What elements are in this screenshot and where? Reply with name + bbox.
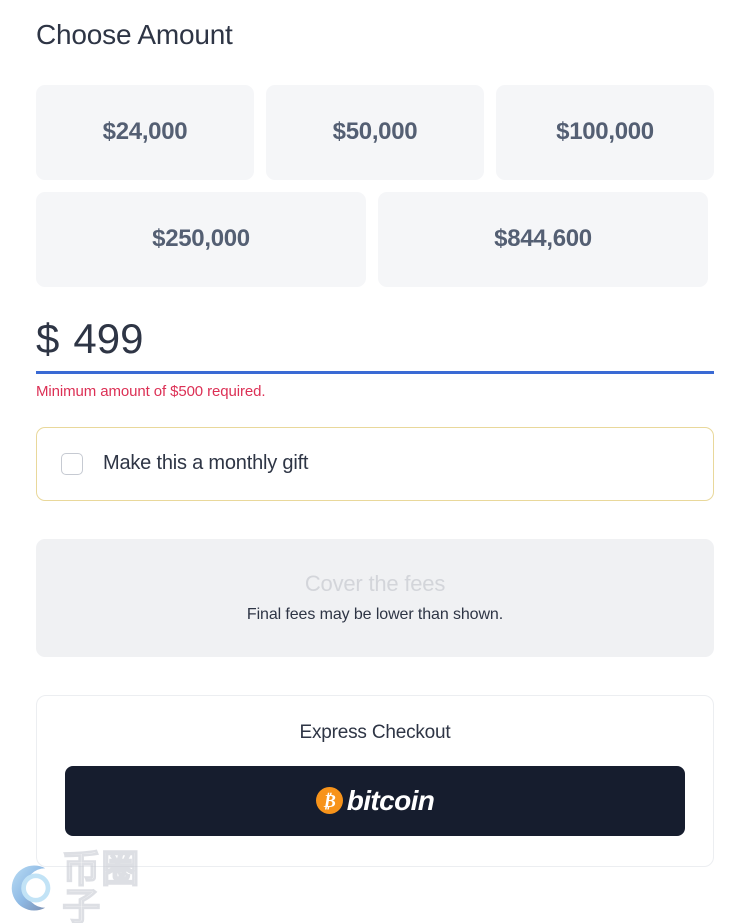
amount-preset-844600[interactable]: $844,600 (378, 191, 708, 287)
cover-fees-title: Cover the fees (304, 571, 446, 597)
custom-amount-input[interactable] (73, 314, 634, 363)
amount-preset-24000[interactable]: $24,000 (36, 84, 254, 180)
minimum-amount-error: Minimum amount of $500 required. (36, 382, 266, 400)
donation-amount-page: Choose Amount $24,000 $50,000 $100,000 $… (0, 0, 750, 923)
amount-preset-50000[interactable]: $50,000 (266, 84, 484, 180)
preset-amount-row-2: $250,000 $844,600 (36, 191, 714, 287)
express-checkout-card: Express Checkout ₿ bitcoin (36, 694, 714, 867)
bitcoin-icon: ₿ (315, 787, 343, 815)
page-title: Choose Amount (36, 19, 233, 50)
preset-amount-row-1: $24,000 $50,000 $100,000 (36, 84, 714, 180)
express-checkout-title: Express Checkout (299, 721, 451, 743)
amount-preset-250000[interactable]: $250,000 (36, 191, 366, 287)
bitcoin-button-label: bitcoin (346, 784, 435, 816)
monthly-gift-toggle[interactable]: Make this a monthly gift (36, 426, 714, 501)
monthly-gift-label: Make this a monthly gift (103, 452, 309, 475)
custom-amount-field: $ Minimum amount of $500 required. (36, 314, 714, 400)
preset-amount-grid: $24,000 $50,000 $100,000 $250,000 $844,6… (36, 84, 714, 287)
cover-fees-subtitle: Final fees may be lower than shown. (246, 606, 504, 624)
monthly-gift-checkbox[interactable] (61, 452, 83, 475)
amount-preset-100000[interactable]: $100,000 (496, 84, 714, 180)
custom-amount-line: $ (36, 314, 714, 371)
cover-fees-panel[interactable]: Cover the fees Final fees may be lower t… (36, 538, 714, 657)
currency-symbol: $ (36, 314, 60, 362)
bitcoin-checkout-button[interactable]: ₿ bitcoin (65, 765, 685, 836)
custom-amount-underline (36, 370, 714, 374)
